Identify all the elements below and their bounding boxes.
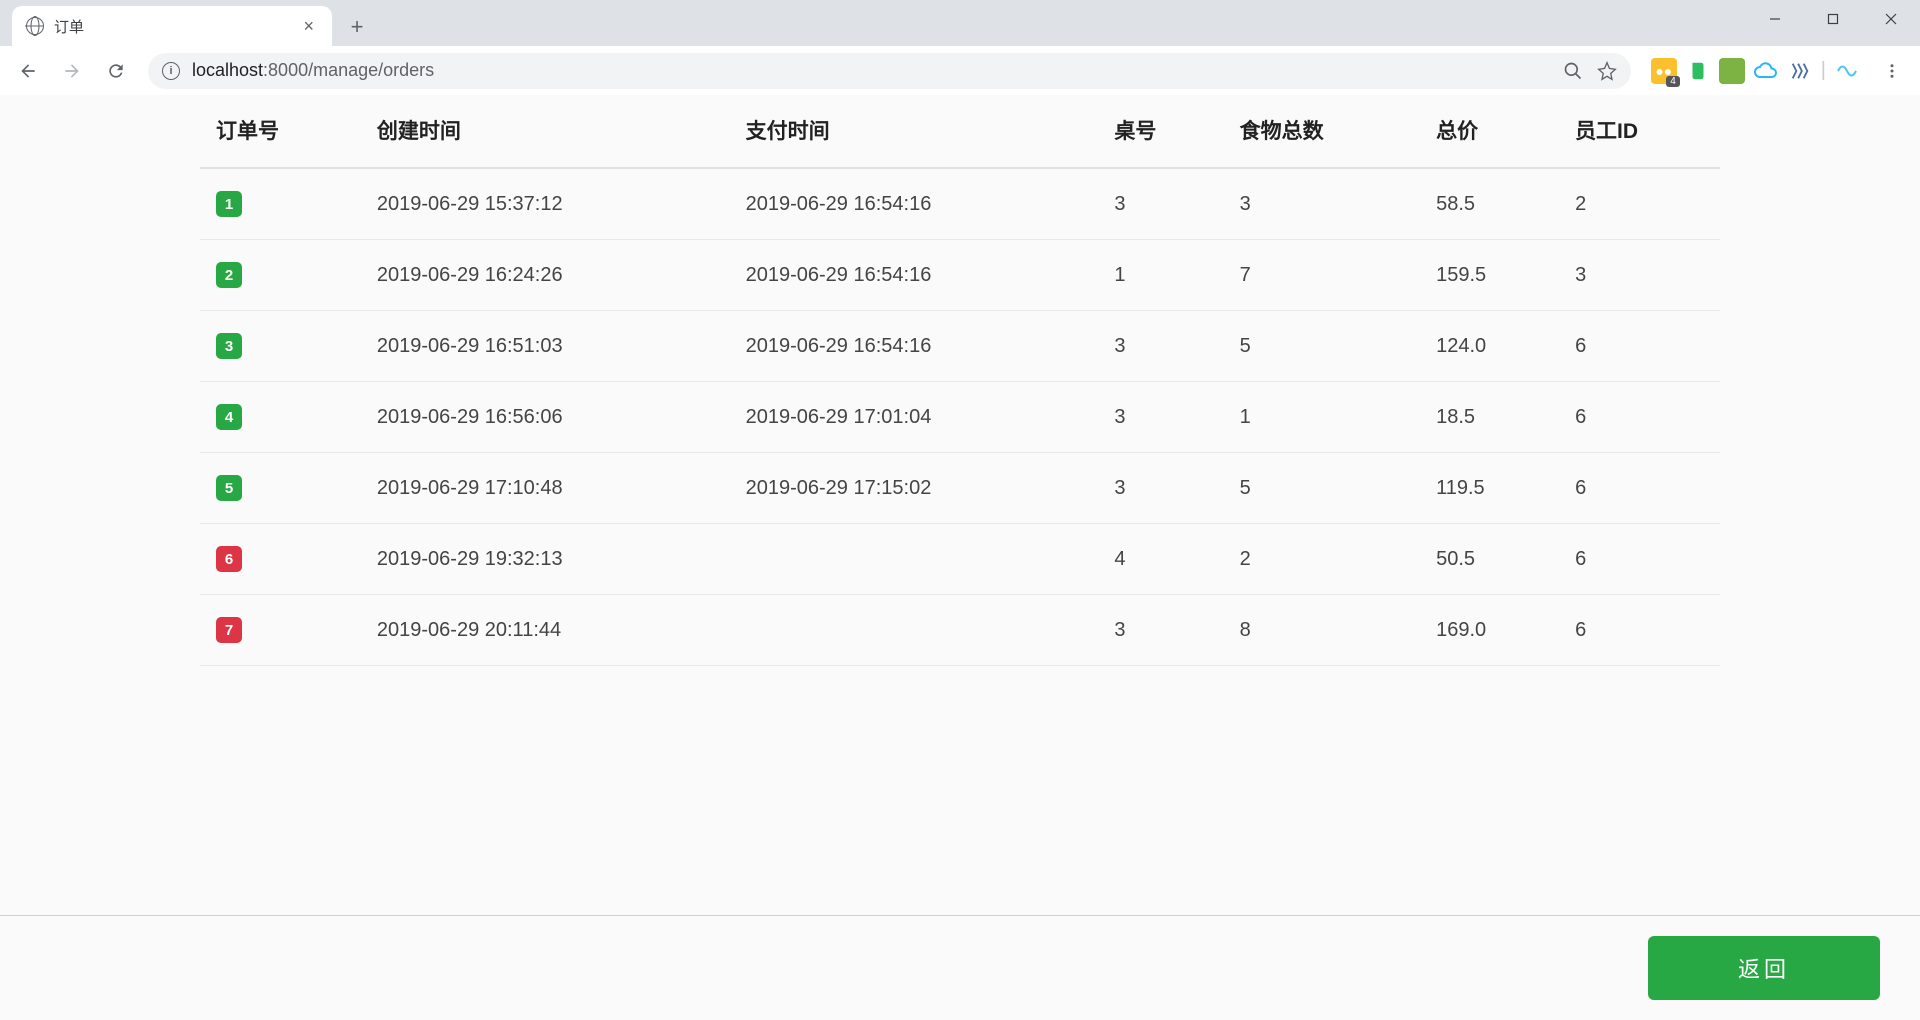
browser-toolbar: i localhost:8000/manage/orders ●●	[0, 46, 1920, 95]
browser-menu-button[interactable]	[1874, 53, 1910, 89]
cell-table-no: 3	[1098, 382, 1223, 453]
cell-employee-id: 2	[1559, 168, 1720, 240]
cell-created-at: 2019-06-29 17:10:48	[361, 453, 730, 524]
cell-created-at: 2019-06-29 15:37:12	[361, 168, 730, 240]
cell-paid-at: 2019-06-29 17:15:02	[730, 453, 1099, 524]
col-paid-at: 支付时间	[730, 95, 1099, 168]
table-row[interactable]: 32019-06-29 16:51:032019-06-29 16:54:163…	[200, 311, 1720, 382]
bookmark-star-icon[interactable]	[1597, 61, 1617, 81]
order-id-badge[interactable]: 2	[216, 262, 242, 288]
col-employee-id: 员工ID	[1559, 95, 1720, 168]
order-id-badge[interactable]: 6	[216, 546, 242, 572]
globe-icon	[26, 17, 44, 35]
cell-food-count: 5	[1224, 453, 1420, 524]
cell-total-price: 50.5	[1420, 524, 1559, 595]
order-id-badge[interactable]: 5	[216, 475, 242, 501]
col-order-no: 订单号	[200, 95, 361, 168]
cell-food-count: 1	[1224, 382, 1420, 453]
separator: |	[1821, 59, 1826, 82]
cell-total-price: 58.5	[1420, 168, 1559, 240]
cell-created-at: 2019-06-29 16:24:26	[361, 240, 730, 311]
cell-employee-id: 6	[1559, 524, 1720, 595]
col-total-price: 总价	[1420, 95, 1559, 168]
back-button[interactable]	[10, 53, 46, 89]
cell-paid-at	[730, 524, 1099, 595]
cell-employee-id: 6	[1559, 382, 1720, 453]
zoom-icon[interactable]	[1563, 61, 1583, 81]
url-host: localhost	[192, 60, 263, 80]
extension-icon[interactable]	[1834, 58, 1860, 84]
address-bar[interactable]: i localhost:8000/manage/orders	[148, 53, 1631, 89]
cloud-extension-icon[interactable]	[1753, 58, 1779, 84]
url-text: localhost:8000/manage/orders	[192, 60, 434, 81]
table-row[interactable]: 62019-06-29 19:32:134250.56	[200, 524, 1720, 595]
cell-paid-at: 2019-06-29 16:54:16	[730, 311, 1099, 382]
evernote-extension-icon[interactable]	[1685, 58, 1711, 84]
cell-paid-at: 2019-06-29 16:54:16	[730, 240, 1099, 311]
new-tab-button[interactable]: +	[340, 10, 374, 44]
order-id-badge[interactable]: 4	[216, 404, 242, 430]
page-content: 订单号 创建时间 支付时间 桌号 食物总数 总价 员工ID 12019-06-2…	[0, 95, 1920, 1020]
url-path: :8000/manage/orders	[263, 60, 434, 80]
cell-table-no: 3	[1098, 595, 1223, 666]
col-food-count: 食物总数	[1224, 95, 1420, 168]
cell-created-at: 2019-06-29 19:32:13	[361, 524, 730, 595]
forward-button[interactable]	[54, 53, 90, 89]
table-row[interactable]: 5 2019-06-29 17:10:482019-06-29 17:15:023…	[200, 453, 1720, 524]
cell-total-price: 18.5	[1420, 382, 1559, 453]
window-controls	[1746, 0, 1920, 40]
order-id-badge[interactable]: 7	[216, 617, 242, 643]
return-button[interactable]: 返回	[1648, 936, 1880, 1000]
col-table-no: 桌号	[1098, 95, 1223, 168]
extension-icons: ●● |	[1645, 58, 1866, 84]
cell-table-no: 4	[1098, 524, 1223, 595]
cell-created-at: 2019-06-29 16:56:06	[361, 382, 730, 453]
cell-table-no: 3	[1098, 311, 1223, 382]
col-created-at: 创建时间	[361, 95, 730, 168]
cell-employee-id: 3	[1559, 240, 1720, 311]
cell-created-at: 2019-06-29 20:11:44	[361, 595, 730, 666]
reload-button[interactable]	[98, 53, 134, 89]
site-info-icon[interactable]: i	[162, 62, 180, 80]
cell-paid-at: 2019-06-29 16:54:16	[730, 168, 1099, 240]
extension-icon[interactable]	[1719, 58, 1745, 84]
browser-chrome: 订单 × + i localhost:8000	[0, 0, 1920, 95]
cell-paid-at: 2019-06-29 17:01:04	[730, 382, 1099, 453]
cell-total-price: 159.5	[1420, 240, 1559, 311]
browser-tab[interactable]: 订单 ×	[12, 6, 332, 46]
order-id-badge[interactable]: 3	[216, 333, 242, 359]
cell-total-price: 119.5	[1420, 453, 1559, 524]
cell-total-price: 169.0	[1420, 595, 1559, 666]
cell-food-count: 8	[1224, 595, 1420, 666]
tab-bar: 订单 × +	[0, 0, 1920, 46]
footer-bar: 返回	[0, 915, 1920, 1020]
cell-created-at: 2019-06-29 16:51:03	[361, 311, 730, 382]
orders-table: 订单号 创建时间 支付时间 桌号 食物总数 总价 员工ID 12019-06-2…	[200, 95, 1720, 666]
cell-food-count: 7	[1224, 240, 1420, 311]
cell-food-count: 5	[1224, 311, 1420, 382]
cell-paid-at	[730, 595, 1099, 666]
cell-employee-id: 6	[1559, 595, 1720, 666]
cell-table-no: 3	[1098, 168, 1223, 240]
tab-title: 订单	[54, 16, 289, 37]
extension-icon[interactable]: ●●	[1651, 58, 1677, 84]
table-row[interactable]: 7 2019-06-29 20:11:44 38169.06	[200, 595, 1720, 666]
close-tab-icon[interactable]: ×	[299, 16, 318, 37]
cell-food-count: 3	[1224, 168, 1420, 240]
table-row[interactable]: 22019-06-29 16:24:262019-06-29 16:54:161…	[200, 240, 1720, 311]
table-header-row: 订单号 创建时间 支付时间 桌号 食物总数 总价 员工ID	[200, 95, 1720, 168]
table-row[interactable]: 4 2019-06-29 16:56:062019-06-29 17:01:043…	[200, 382, 1720, 453]
cell-table-no: 3	[1098, 453, 1223, 524]
table-row[interactable]: 12019-06-29 15:37:122019-06-29 16:54:163…	[200, 168, 1720, 240]
minimize-button[interactable]	[1746, 0, 1804, 38]
maximize-button[interactable]	[1804, 0, 1862, 38]
cell-total-price: 124.0	[1420, 311, 1559, 382]
close-window-button[interactable]	[1862, 0, 1920, 38]
extension-icon[interactable]	[1787, 58, 1813, 84]
cell-employee-id: 6	[1559, 311, 1720, 382]
cell-employee-id: 6	[1559, 453, 1720, 524]
cell-food-count: 2	[1224, 524, 1420, 595]
order-id-badge[interactable]: 1	[216, 191, 242, 217]
cell-table-no: 1	[1098, 240, 1223, 311]
